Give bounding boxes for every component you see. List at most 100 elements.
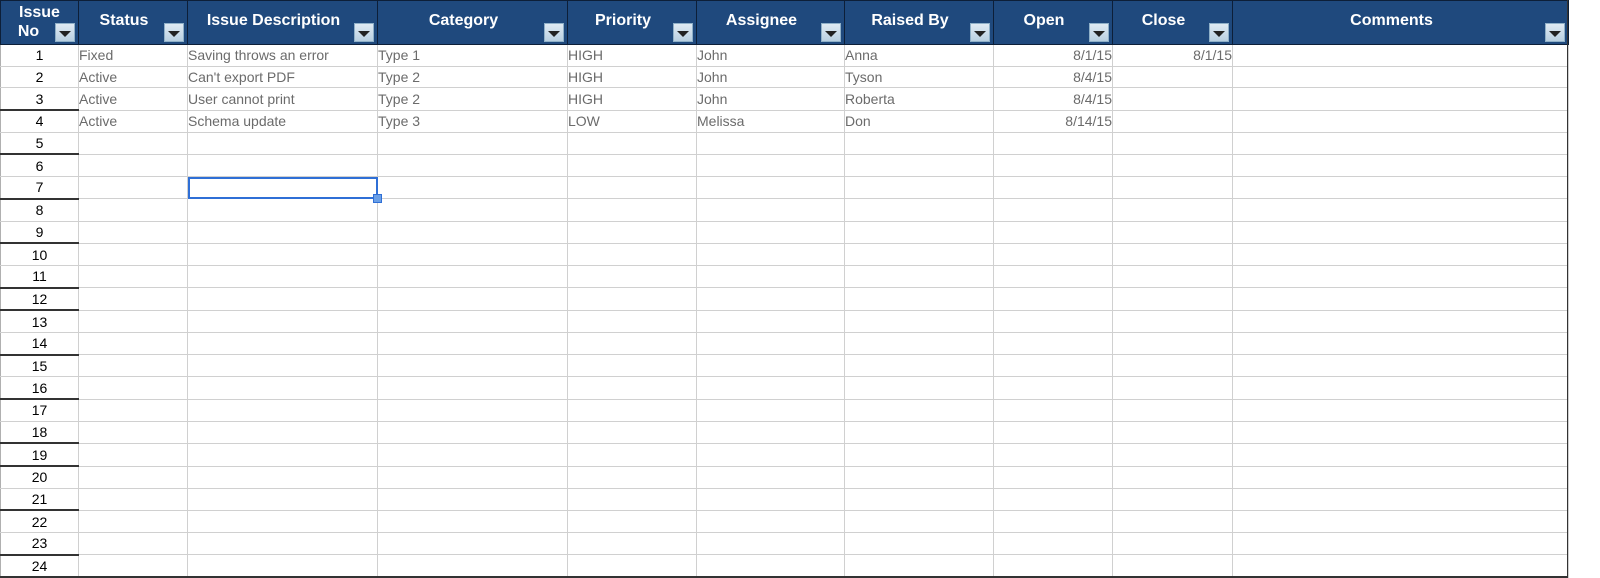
cell-close[interactable] bbox=[1112, 287, 1233, 311]
cell-comments[interactable] bbox=[1232, 309, 1569, 333]
header-issue-description[interactable]: Issue Description bbox=[187, 0, 378, 45]
cell-comments[interactable] bbox=[1232, 398, 1569, 422]
cell-comments[interactable] bbox=[1232, 65, 1569, 89]
cell-category[interactable] bbox=[377, 198, 568, 222]
cell-category[interactable] bbox=[377, 287, 568, 311]
cell-open[interactable] bbox=[993, 153, 1113, 178]
cell-close[interactable] bbox=[1112, 87, 1233, 111]
cell-status[interactable] bbox=[78, 509, 188, 534]
cell-priority[interactable] bbox=[567, 487, 697, 511]
cell-assignee[interactable] bbox=[696, 176, 845, 200]
cell-assignee[interactable] bbox=[696, 331, 845, 356]
cell-close[interactable] bbox=[1112, 465, 1233, 489]
cell-status[interactable] bbox=[78, 198, 188, 222]
cell-raised-by[interactable] bbox=[844, 309, 994, 333]
cell-issue-no[interactable]: 1 bbox=[0, 44, 79, 67]
cell-status[interactable] bbox=[78, 420, 188, 444]
cell-status[interactable] bbox=[78, 487, 188, 511]
cell-close[interactable] bbox=[1112, 109, 1233, 133]
cell-status[interactable] bbox=[78, 554, 188, 578]
cell-open[interactable]: 8/14/15 bbox=[993, 109, 1113, 133]
cell-close[interactable] bbox=[1112, 532, 1233, 556]
cell-assignee[interactable] bbox=[696, 354, 845, 378]
filter-dropdown-button[interactable] bbox=[673, 23, 693, 42]
cell-issue-no[interactable]: 9 bbox=[0, 220, 79, 245]
cell-priority[interactable] bbox=[567, 331, 697, 356]
cell-priority[interactable] bbox=[567, 264, 697, 289]
cell-issue-no[interactable]: 2 bbox=[0, 65, 79, 89]
cell-open[interactable] bbox=[993, 242, 1113, 266]
cell-comments[interactable] bbox=[1232, 87, 1569, 111]
cell-close[interactable] bbox=[1112, 131, 1233, 155]
cell-status[interactable]: Fixed bbox=[78, 44, 188, 67]
cell-description[interactable] bbox=[187, 242, 378, 266]
cell-comments[interactable] bbox=[1232, 509, 1569, 534]
cell-raised-by[interactable] bbox=[844, 264, 994, 289]
cell-raised-by[interactable] bbox=[844, 420, 994, 444]
cell-issue-no[interactable]: 18 bbox=[0, 420, 79, 445]
cell-open[interactable]: 8/1/15 bbox=[993, 44, 1113, 67]
cell-category[interactable] bbox=[377, 532, 568, 556]
header-issue-no[interactable]: Issue No bbox=[0, 0, 79, 45]
cell-assignee[interactable] bbox=[696, 242, 845, 266]
cell-issue-no[interactable]: 23 bbox=[0, 532, 79, 556]
cell-open[interactable] bbox=[993, 532, 1113, 556]
filter-dropdown-button[interactable] bbox=[1089, 23, 1109, 42]
cell-open[interactable] bbox=[993, 442, 1113, 467]
cell-assignee[interactable] bbox=[696, 264, 845, 289]
cell-description[interactable] bbox=[187, 331, 378, 356]
cell-category[interactable] bbox=[377, 354, 568, 378]
cell-open[interactable] bbox=[993, 131, 1113, 155]
cell-category[interactable] bbox=[377, 176, 568, 200]
fill-handle[interactable] bbox=[372, 193, 382, 203]
cell-assignee[interactable] bbox=[696, 554, 845, 578]
cell-comments[interactable] bbox=[1232, 532, 1569, 556]
cell-raised-by[interactable] bbox=[844, 509, 994, 534]
cell-issue-no[interactable]: 3 bbox=[0, 87, 79, 112]
cell-priority[interactable] bbox=[567, 554, 697, 578]
cell-close[interactable] bbox=[1112, 442, 1233, 467]
cell-description[interactable] bbox=[187, 287, 378, 311]
cell-open[interactable]: 8/4/15 bbox=[993, 65, 1113, 89]
cell-issue-no[interactable]: 7 bbox=[0, 176, 79, 200]
cell-category[interactable] bbox=[377, 331, 568, 356]
cell-assignee[interactable] bbox=[696, 131, 845, 155]
cell-category[interactable]: Type 3 bbox=[377, 109, 568, 133]
cell-priority[interactable] bbox=[567, 376, 697, 400]
cell-close[interactable] bbox=[1112, 242, 1233, 266]
cell-raised-by[interactable] bbox=[844, 131, 994, 155]
cell-assignee[interactable] bbox=[696, 398, 845, 422]
cell-assignee[interactable]: Melissa bbox=[696, 109, 845, 133]
filter-dropdown-button[interactable] bbox=[1209, 23, 1229, 42]
cell-issue-no[interactable]: 24 bbox=[0, 554, 79, 578]
cell-assignee[interactable] bbox=[696, 287, 845, 311]
cell-open[interactable] bbox=[993, 309, 1113, 333]
cell-comments[interactable] bbox=[1232, 44, 1569, 67]
cell-status[interactable] bbox=[78, 331, 188, 356]
cell-close[interactable] bbox=[1112, 65, 1233, 89]
cell-status[interactable] bbox=[78, 176, 188, 200]
cell-open[interactable] bbox=[993, 398, 1113, 422]
cell-issue-no[interactable]: 6 bbox=[0, 153, 79, 178]
cell-status[interactable] bbox=[78, 309, 188, 333]
cell-raised-by[interactable] bbox=[844, 376, 994, 400]
cell-category[interactable] bbox=[377, 442, 568, 467]
cell-priority[interactable] bbox=[567, 198, 697, 222]
cell-comments[interactable] bbox=[1232, 554, 1569, 578]
cell-raised-by[interactable] bbox=[844, 398, 994, 422]
cell-priority[interactable] bbox=[567, 398, 697, 422]
cell-issue-no[interactable]: 17 bbox=[0, 398, 79, 422]
cell-raised-by[interactable] bbox=[844, 465, 994, 489]
cell-description[interactable] bbox=[187, 220, 378, 244]
cell-priority[interactable]: HIGH bbox=[567, 44, 697, 67]
header-raised-by[interactable]: Raised By bbox=[844, 0, 994, 45]
cell-category[interactable] bbox=[377, 509, 568, 534]
cell-description[interactable] bbox=[187, 509, 378, 534]
cell-open[interactable] bbox=[993, 264, 1113, 289]
cell-status[interactable] bbox=[78, 398, 188, 422]
cell-category[interactable] bbox=[377, 465, 568, 489]
cell-issue-no[interactable]: 10 bbox=[0, 242, 79, 266]
cell-close[interactable]: 8/1/15 bbox=[1112, 44, 1233, 67]
cell-description[interactable]: Saving throws an error bbox=[187, 44, 378, 67]
filter-dropdown-button[interactable] bbox=[164, 23, 184, 42]
